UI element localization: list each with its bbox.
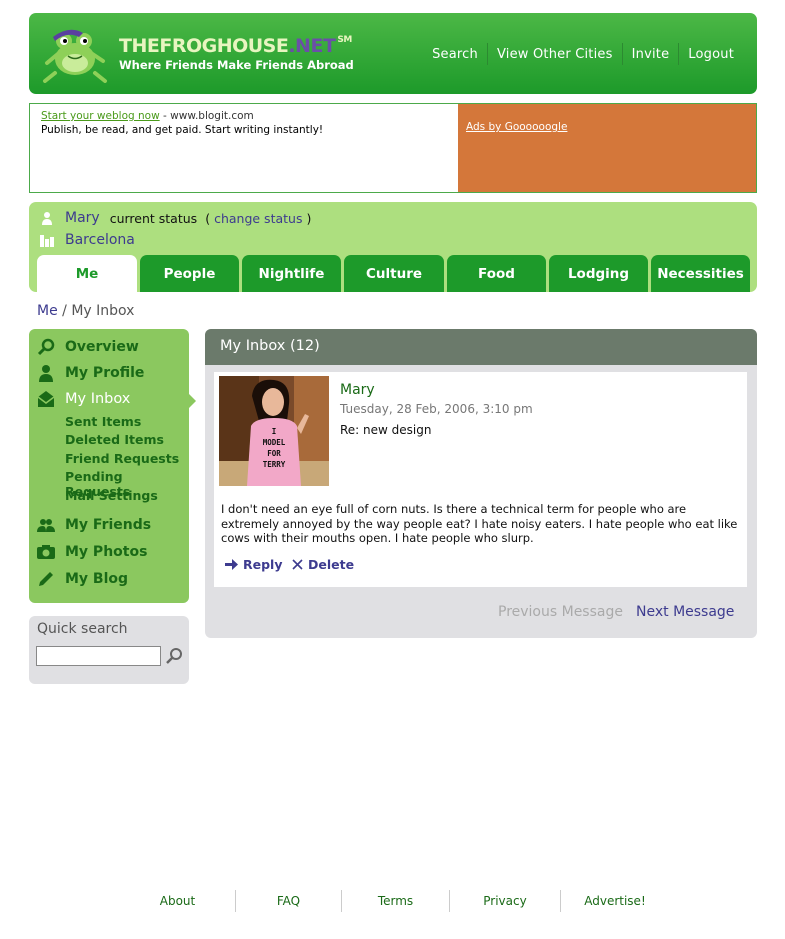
person-icon [39,365,53,382]
sidebar-item-label: My Blog [65,571,129,587]
people-icon [37,519,55,532]
sidebar-subitem-mail-settings[interactable]: Mail Settings [65,488,158,503]
footer-advertise[interactable]: Advertise! [561,894,669,908]
sidebar-subitem-friend-requests[interactable]: Friend Requests [65,451,179,466]
sender-photo[interactable]: I MODEL FOR TERRY [219,376,329,486]
ad-link[interactable]: Start your weblog now [41,110,160,122]
user-city[interactable]: Barcelona [65,232,135,248]
change-status-link[interactable]: change status [214,211,302,226]
message-date: Tuesday, 28 Feb, 2006, 3:10 pm [340,402,533,416]
close-icon [292,559,303,570]
ad-url: - www.blogit.com [163,110,254,122]
ad-description: Publish, be read, and get paid. Start wr… [41,124,324,136]
reply-label: Reply [243,557,283,572]
delete-label: Delete [308,557,355,572]
inbox-panel: My Inbox (12) I MODEL FOR TERRY Mary Tuesda… [205,329,757,638]
tab-culture[interactable]: Culture [344,255,444,292]
sidebar: Overview My Profile My Inbox Sent Items … [29,329,196,603]
sidebar-item-my-photos[interactable]: My Photos [37,543,147,561]
ads-by-google-link[interactable]: Ads by Goooooogle [466,121,567,133]
sidebar-item-my-blog[interactable]: My Blog [37,570,128,588]
search-icon[interactable] [165,647,183,665]
text-ad: Start your weblog now - www.blogit.com P… [30,104,458,192]
frog-logo-icon[interactable] [39,23,109,83]
status-label: current status [109,210,198,226]
brand-tagline: Where Friends Make Friends Abroad [119,58,354,72]
sidebar-item-label: My Photos [65,544,148,560]
sidebar-item-label: Overview [65,339,139,355]
ad-banner: Start your weblog now - www.blogit.com P… [29,103,757,193]
sidebar-item-label: My Inbox [65,391,131,407]
sidebar-subitem-deleted-items[interactable]: Deleted Items [65,432,164,447]
nav-logout[interactable]: Logout [679,47,743,62]
active-indicator-arrow [189,394,196,408]
site-header: THEFROGHOUSE.NET SM Where Friends Make Fr… [29,13,757,94]
user-status-row: Mary current status ( change status ) [40,210,311,226]
section-tabs: Me People Nightlife Culture Food Lodging… [37,255,753,292]
top-nav: Search View Other Cities Invite Logout [423,43,743,65]
delete-button[interactable]: Delete [292,557,354,572]
google-ad-panel: Ads by Goooooogle [458,104,756,192]
brand-name: THEFROGHOUSE.NET SM [119,35,352,57]
sidebar-item-label: My Profile [65,365,145,381]
quick-search-label: Quick search [37,621,128,637]
footer-faq[interactable]: FAQ [236,894,341,908]
sidebar-item-label: My Friends [65,517,152,533]
search-icon [37,338,55,356]
breadcrumb-separator: / [57,303,72,319]
footer: About FAQ Terms Privacy Advertise! [120,890,680,912]
nav-search[interactable]: Search [423,47,487,62]
city-icon [40,235,54,247]
pencil-icon [39,572,53,586]
paren-open: ( [205,210,211,226]
person-icon [42,212,52,225]
footer-privacy[interactable]: Privacy [450,894,560,908]
next-message-link[interactable]: Next Message [636,604,734,620]
sidebar-item-my-friends[interactable]: My Friends [37,516,151,534]
message-subject: Re: new design [340,423,432,437]
breadcrumb-home[interactable]: Me [37,303,58,319]
camera-icon [37,545,55,559]
brand[interactable]: THEFROGHOUSE.NET SM Where Friends Make Fr… [119,35,354,72]
reply-arrow-icon [225,559,238,570]
tab-nightlife[interactable]: Nightlife [242,255,341,292]
envelope-icon [37,391,55,407]
paren-close: ) [306,210,312,226]
reply-button[interactable]: Reply [225,557,282,572]
footer-about[interactable]: About [120,894,235,908]
message-sender[interactable]: Mary [340,382,375,398]
user-name[interactable]: Mary [65,210,100,226]
user-bar: Mary current status ( change status ) Ba… [29,202,757,292]
nav-invite[interactable]: Invite [623,47,679,62]
tab-people[interactable]: People [140,255,239,292]
service-mark: SM [337,35,352,45]
message-body: I don't need an eye full of corn nuts. I… [221,502,738,545]
quick-search: Quick search [29,616,189,684]
tab-lodging[interactable]: Lodging [549,255,648,292]
user-city-row: Barcelona [40,232,145,248]
quick-search-input[interactable] [36,646,161,666]
tab-necessities[interactable]: Necessities [651,255,750,292]
tab-me[interactable]: Me [37,255,137,292]
sidebar-subitem-sent-items[interactable]: Sent Items [65,414,141,429]
breadcrumb-current: My Inbox [71,303,135,319]
message: I MODEL FOR TERRY Mary Tuesday, 28 Feb, 200… [214,372,747,587]
sidebar-item-overview[interactable]: Overview [37,338,139,356]
inbox-title: My Inbox (12) [205,329,757,365]
sidebar-item-my-profile[interactable]: My Profile [37,364,144,382]
nav-view-other-cities[interactable]: View Other Cities [488,47,622,62]
sidebar-item-my-inbox[interactable]: My Inbox [37,390,130,408]
breadcrumb: Me / My Inbox [37,303,134,319]
tab-food[interactable]: Food [447,255,546,292]
footer-terms[interactable]: Terms [342,894,449,908]
previous-message-link: Previous Message [498,604,623,620]
